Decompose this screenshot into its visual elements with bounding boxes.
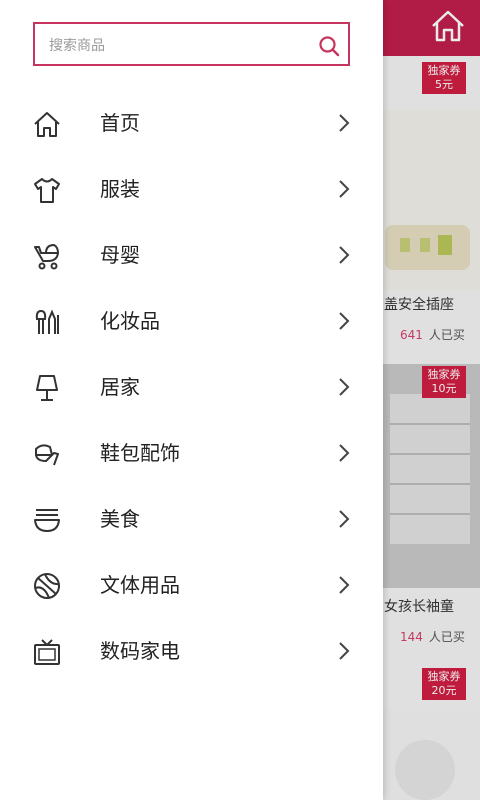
menu-item-baby[interactable]: 母婴 — [0, 222, 383, 288]
bowl-icon — [34, 509, 60, 532]
menu-item-home-living[interactable]: 居家 — [0, 354, 383, 420]
chevron-right-icon — [339, 510, 350, 528]
chevron-right-icon — [339, 378, 350, 396]
menu-item-label: 文体用品 — [100, 573, 180, 597]
menu-item-shoes-bags[interactable]: 鞋包配饰 — [0, 420, 383, 486]
menu-item-label: 首页 — [100, 111, 140, 135]
menu-item-label: 居家 — [100, 375, 140, 399]
menu-item-food[interactable]: 美食 — [0, 486, 383, 552]
ball-icon — [34, 573, 60, 599]
chevron-right-icon — [339, 642, 350, 660]
search-icon[interactable] — [318, 35, 340, 57]
menu-item-label: 母婴 — [100, 243, 140, 267]
search-box — [33, 22, 350, 66]
menu-item-label: 鞋包配饰 — [100, 441, 180, 465]
tv-icon — [34, 639, 60, 665]
chevron-right-icon — [339, 246, 350, 264]
menu-item-label: 化妆品 — [100, 309, 160, 333]
menu-item-label: 服装 — [100, 177, 140, 201]
menu-item-cosmetics[interactable]: 化妆品 — [0, 288, 383, 354]
navigation-drawer: 首页 服装 母婴 — [0, 0, 383, 800]
search-input[interactable] — [47, 34, 301, 58]
menu-item-sports-stationery[interactable]: 文体用品 — [0, 552, 383, 618]
stroller-icon — [34, 243, 59, 270]
menu-item-label: 美食 — [100, 507, 140, 531]
cosmetics-icon — [35, 309, 59, 334]
lamp-icon — [36, 375, 58, 401]
shoe-icon — [35, 444, 59, 466]
home-icon — [34, 112, 60, 137]
chevron-right-icon — [339, 444, 350, 462]
shirt-icon — [34, 178, 60, 203]
chevron-right-icon — [339, 576, 350, 594]
chevron-right-icon — [339, 180, 350, 198]
chevron-right-icon — [339, 114, 350, 132]
menu-item-electronics[interactable]: 数码家电 — [0, 618, 383, 684]
menu-item-clothing[interactable]: 服装 — [0, 156, 383, 222]
menu-item-home[interactable]: 首页 — [0, 90, 383, 156]
chevron-right-icon — [339, 312, 350, 330]
menu-item-label: 数码家电 — [100, 639, 180, 663]
